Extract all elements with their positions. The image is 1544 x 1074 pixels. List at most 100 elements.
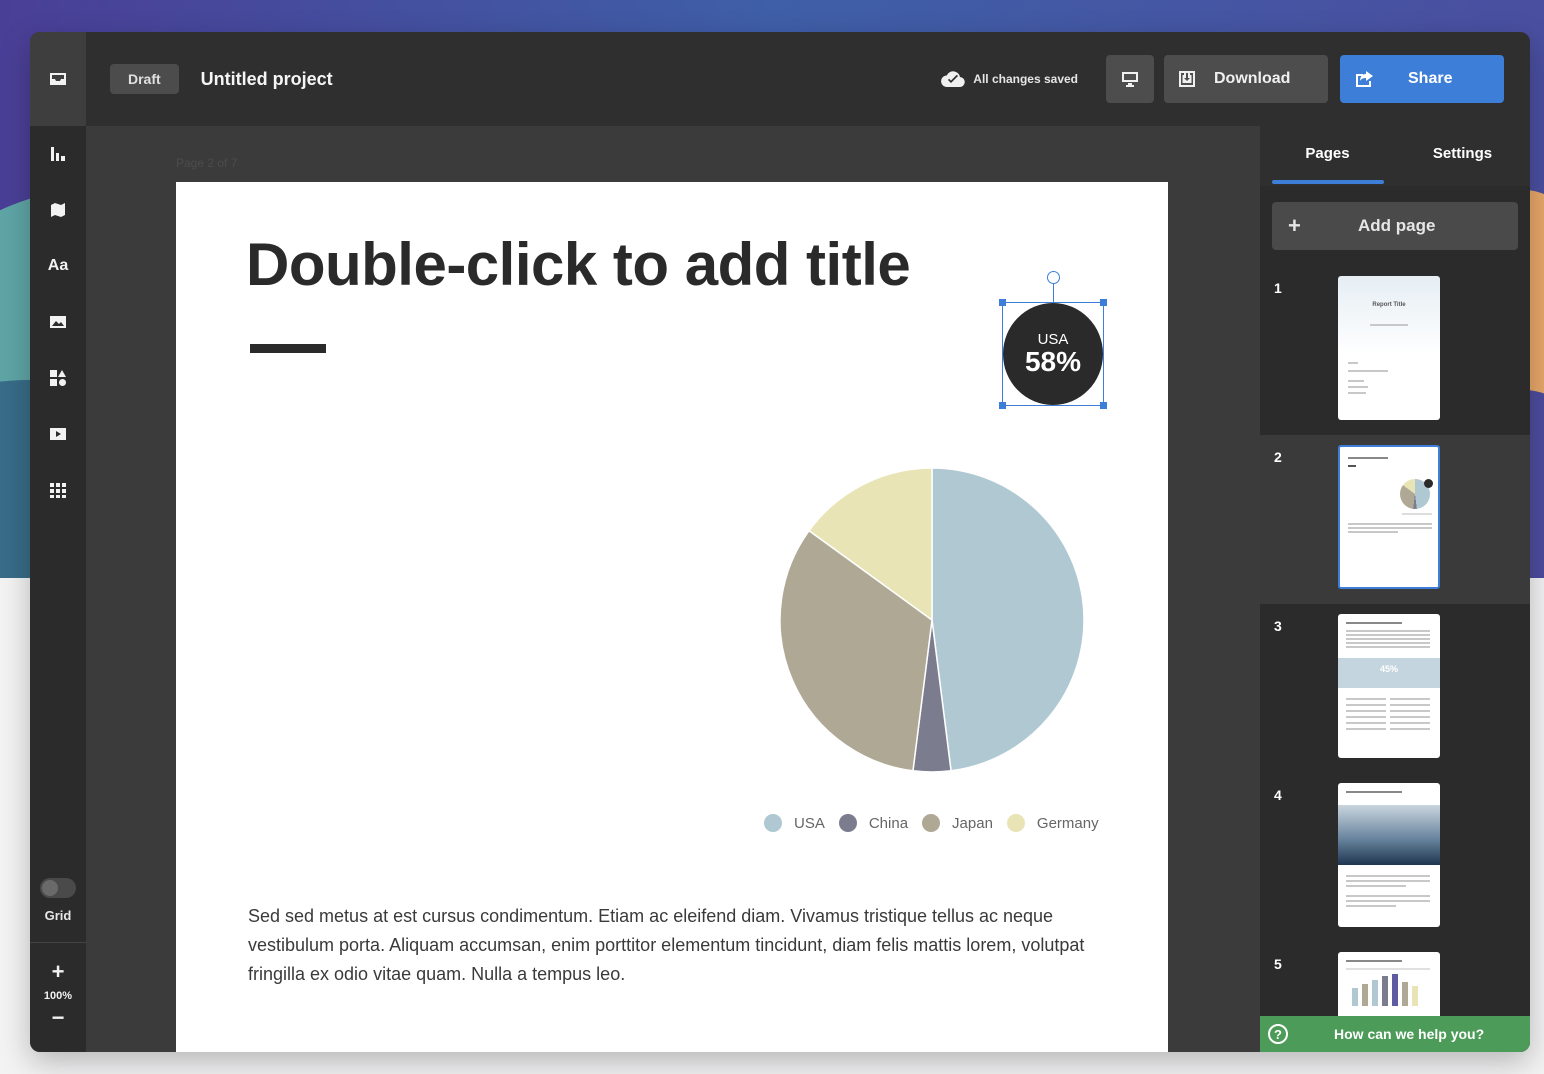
shapes-tool[interactable]	[30, 350, 86, 406]
canvas-area: Page 2 of 7 Double-click to add title US…	[86, 126, 1260, 1052]
resize-handle-bottom-left[interactable]	[999, 402, 1006, 409]
tool-sidebar: Aa Grid + 100% −	[30, 32, 86, 1052]
grid-switch-knob	[42, 880, 58, 896]
page-thumbnail[interactable]: 45%	[1338, 614, 1440, 758]
page-thumbnail-row[interactable]: 2	[1260, 435, 1530, 604]
video-icon	[50, 428, 66, 440]
page-number: 2	[1274, 449, 1282, 465]
save-status-text: All changes saved	[973, 72, 1078, 86]
add-page-button[interactable]: + Add page	[1272, 202, 1518, 250]
home-button[interactable]	[30, 32, 86, 126]
chart-icon	[51, 147, 65, 161]
page-number: 4	[1274, 787, 1282, 803]
text-icon: Aa	[47, 257, 69, 274]
download-button[interactable]: Download	[1164, 55, 1328, 103]
text-tool[interactable]: Aa	[30, 238, 86, 294]
page-thumbnail-row[interactable]: 1 Report Title	[1260, 266, 1530, 435]
table-tool[interactable]	[30, 462, 86, 518]
plus-icon: +	[1288, 213, 1301, 238]
body-paragraph[interactable]: Sed sed metus at est cursus condimentum.…	[248, 902, 1098, 989]
selected-stat-badge[interactable]: USA 58%	[999, 271, 1107, 409]
legend-swatch	[922, 814, 941, 832]
active-tab-indicator	[1272, 180, 1384, 184]
table-icon	[50, 483, 66, 498]
legend-item-usa: USA	[764, 814, 825, 832]
legend-label: China	[868, 814, 909, 832]
grid-switch[interactable]	[40, 878, 76, 898]
stat-badge: USA 58%	[1003, 303, 1103, 405]
resize-handle-top-left[interactable]	[999, 299, 1006, 306]
map-tool[interactable]	[30, 182, 86, 238]
thumbnail-title: Report Title	[1372, 302, 1406, 308]
page-thumbnails: 1 Report Title 2 3 45% 4 5	[1260, 266, 1530, 1026]
legend-item-china: China	[838, 814, 909, 832]
rotate-handle[interactable]	[1047, 271, 1060, 284]
legend-label: USA	[794, 814, 825, 832]
zoom-level: 100%	[43, 990, 73, 1002]
divider	[30, 942, 86, 943]
download-icon	[1179, 71, 1195, 87]
pie-slice-usa[interactable]	[931, 467, 1085, 772]
resize-handle-bottom-right[interactable]	[1100, 402, 1107, 409]
help-label: How can we help you?	[1334, 1026, 1485, 1042]
stat-badge-label: USA	[1037, 331, 1069, 348]
page-number: 5	[1274, 956, 1282, 972]
zoom-control: + 100% −	[30, 960, 86, 1030]
pages-panel: Pages Settings + Add page 1 Report Title	[1260, 126, 1530, 1052]
inbox-icon	[50, 73, 66, 85]
page-indicator: Page 2 of 7	[176, 156, 238, 170]
tab-settings[interactable]: Settings	[1395, 126, 1530, 186]
share-label: Share	[1408, 70, 1453, 87]
zoom-in-button[interactable]: +	[30, 960, 86, 984]
chart-tool[interactable]	[30, 126, 86, 182]
legend-item-germany: Germany	[1006, 814, 1099, 832]
page-thumbnail[interactable]	[1338, 952, 1440, 1026]
legend-item-japan: Japan	[922, 814, 993, 832]
tab-pages[interactable]: Pages	[1260, 126, 1395, 186]
image-icon	[50, 316, 66, 328]
editor-window: Aa Grid + 100% − Draft Untitled project	[30, 32, 1530, 1052]
thumbnail-stat: 45%	[1338, 658, 1440, 688]
document-page[interactable]: Double-click to add title USA 58% USA Chi…	[176, 182, 1168, 1052]
page-thumbnail[interactable]	[1338, 445, 1440, 589]
map-icon	[51, 203, 65, 217]
share-button[interactable]: Share	[1340, 55, 1504, 103]
save-status: All changes saved	[941, 70, 1078, 88]
stat-badge-value: 58%	[1024, 346, 1082, 377]
page-number: 3	[1274, 618, 1282, 634]
page-thumbnail-row[interactable]: 5	[1260, 942, 1530, 1026]
video-tool[interactable]	[30, 406, 86, 462]
status-badge: Draft	[110, 64, 179, 94]
resize-handle-top-right[interactable]	[1100, 299, 1107, 306]
help-chat-button[interactable]: ? How can we help you?	[1260, 1016, 1530, 1052]
legend-label: Germany	[1036, 814, 1099, 832]
chart-legend: USA China Japan Germany	[764, 814, 1113, 832]
cloud-check-icon	[941, 71, 966, 88]
top-bar: Draft Untitled project All changes saved…	[86, 32, 1530, 126]
rotate-line	[1053, 283, 1054, 303]
download-label: Download	[1214, 70, 1291, 87]
page-thumbnail[interactable]: Report Title	[1338, 276, 1440, 420]
page-thumbnail-row[interactable]: 3 45%	[1260, 604, 1530, 773]
project-title[interactable]: Untitled project	[201, 69, 333, 90]
present-button[interactable]	[1106, 55, 1154, 103]
pie-chart[interactable]	[778, 466, 1086, 774]
legend-swatch	[764, 814, 782, 832]
page-number: 1	[1274, 280, 1282, 296]
add-page-label: Add page	[1358, 216, 1436, 235]
panel-tabs: Pages Settings	[1260, 126, 1530, 186]
help-icon: ?	[1268, 1024, 1288, 1044]
image-tool[interactable]	[30, 294, 86, 350]
shapes-icon	[50, 370, 66, 386]
grid-toggle: Grid	[30, 878, 86, 923]
share-icon	[1356, 71, 1373, 87]
legend-swatch	[1006, 814, 1025, 832]
page-thumbnail[interactable]	[1338, 783, 1440, 927]
grid-label: Grid	[44, 908, 72, 923]
zoom-out-button[interactable]: −	[30, 1006, 86, 1030]
page-title[interactable]: Double-click to add title	[246, 230, 911, 299]
monitor-icon	[1122, 72, 1138, 87]
legend-swatch	[838, 814, 857, 832]
legend-label: Japan	[952, 814, 993, 832]
page-thumbnail-row[interactable]: 4	[1260, 773, 1530, 942]
